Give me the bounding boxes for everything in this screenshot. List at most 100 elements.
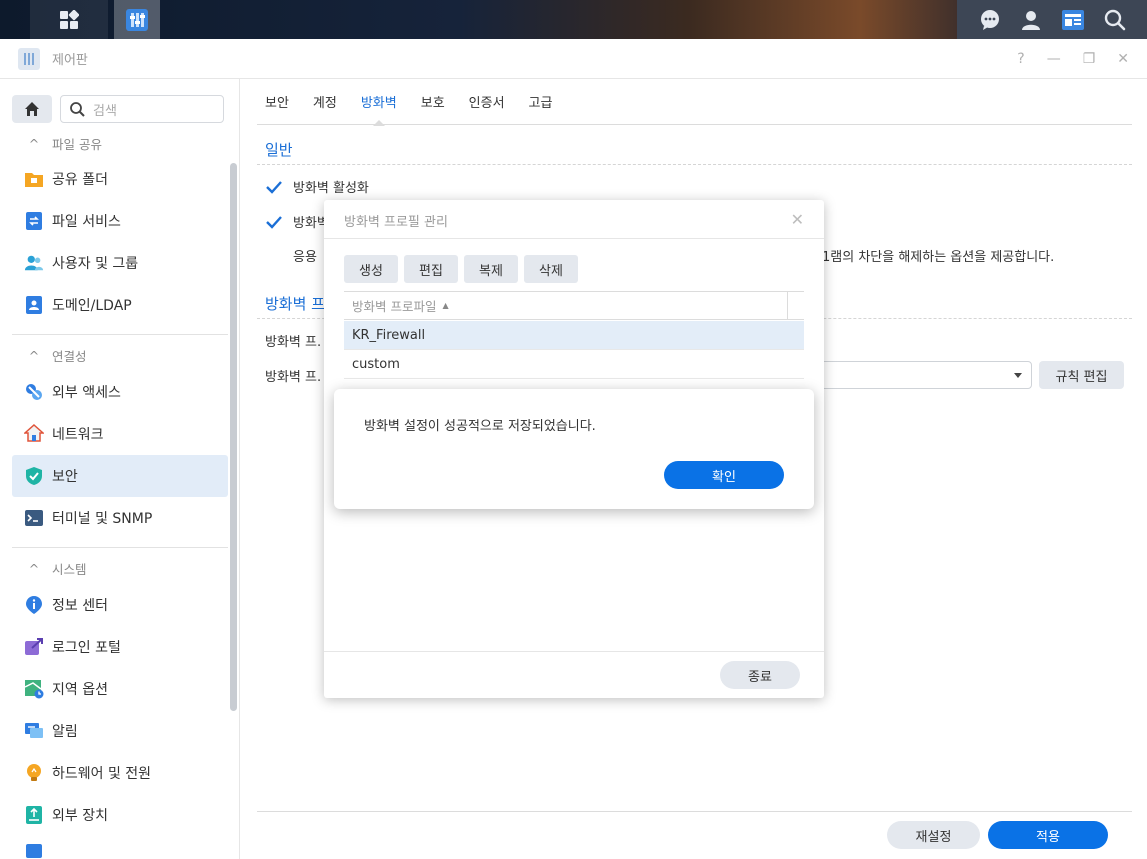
control-panel-app-icon [18, 47, 40, 70]
sidebar-item-terminal-snmp[interactable]: 터미널 및 SNMP [12, 497, 228, 539]
delete-button[interactable]: 삭제 [524, 255, 578, 283]
tab-account[interactable]: 계정 [313, 79, 337, 125]
control-panel-icon [126, 8, 148, 31]
external-device-icon [24, 805, 44, 825]
chat-icon[interactable] [979, 9, 1001, 31]
chevron-up-icon: ^ [28, 135, 40, 151]
search-icon[interactable] [1104, 9, 1126, 31]
section-profile-title: 방화벽 프 [265, 295, 325, 313]
footer-divider [257, 811, 1132, 812]
tab-bar: 보안 계정 방화벽 보호 인증서 고급 [257, 79, 1132, 125]
sidebar-item-file-services[interactable]: 파일 서비스 [12, 200, 228, 242]
sidebar-item-hardware-power[interactable]: 하드웨어 및 전원 [12, 752, 228, 794]
sidebar-item-notification[interactable]: 알림 [12, 710, 228, 752]
enable-firewall-label: 방화벽 활성화 [293, 181, 369, 196]
column-divider [787, 292, 788, 320]
window-titlebar: 제어판 ? — ❐ ✕ [0, 39, 1147, 79]
caret-down-icon [1014, 373, 1022, 378]
dialog-title: 방화벽 프로필 관리 [344, 215, 448, 230]
ok-button[interactable]: 확인 [664, 461, 784, 489]
help-icon[interactable]: ? [1017, 51, 1024, 67]
enable-firewall-row[interactable]: 방화벽 활성화 [265, 177, 369, 196]
users-icon [24, 253, 44, 273]
group-connectivity[interactable]: ^ 연결성 [12, 340, 228, 370]
edit-button[interactable]: 편집 [404, 255, 458, 283]
group-file-sharing[interactable]: ^ 파일 공유 [12, 128, 228, 158]
close-button[interactable]: 종료 [720, 661, 800, 689]
search-icon [70, 102, 85, 117]
sidebar-scrollbar[interactable] [230, 163, 237, 711]
success-alert: 방화벽 설정이 성공적으로 저장되었습니다. 확인 [334, 389, 814, 509]
group-divider [12, 334, 228, 335]
dialog-title-divider [324, 238, 824, 239]
sidebar-item-info-center[interactable]: 정보 센터 [12, 584, 228, 626]
shield-icon [24, 466, 44, 486]
sidebar-item-security[interactable]: 보안 [12, 455, 228, 497]
control-panel-taskbar-button[interactable] [114, 0, 160, 39]
generic-app-icon [24, 838, 44, 858]
minimize-icon[interactable]: — [1047, 51, 1061, 67]
sidebar: 검색 ^ 파일 공유 공유 폴더 파일 서비스 사용자 및 그룹 도메인/LDAP… [0, 79, 240, 859]
apply-button[interactable]: 적용 [988, 821, 1108, 849]
create-button[interactable]: 생성 [344, 255, 398, 283]
enable-firewall-checkbox[interactable] [265, 178, 283, 196]
main-menu-button[interactable] [30, 0, 108, 39]
sidebar-item-external-access[interactable]: 외부 액세스 [12, 371, 228, 413]
notification-icon [24, 721, 44, 741]
folder-icon [24, 169, 44, 189]
sidebar-item-domain-ldap[interactable]: 도메인/LDAP [12, 284, 228, 326]
section-divider [257, 164, 1132, 165]
firewall-option-row[interactable]: 방화벽 [265, 212, 329, 231]
restore-icon[interactable]: ❐ [1083, 51, 1096, 67]
checkmark-icon [266, 180, 282, 194]
tab-certificate[interactable]: 인증서 [469, 79, 505, 125]
chevron-up-icon: ^ [28, 347, 40, 363]
home-icon [25, 102, 39, 116]
table-row[interactable]: custom [344, 350, 804, 379]
tab-advanced[interactable]: 고급 [529, 79, 553, 125]
terminal-icon [24, 508, 44, 528]
external-access-icon [24, 382, 44, 402]
description-prefix: 응용 [293, 250, 317, 265]
grid-icon [60, 9, 79, 29]
reset-button[interactable]: 재설정 [887, 821, 980, 849]
window-title: 제어판 [52, 53, 88, 68]
profile-column-header[interactable]: 방화벽 프로파일 ▲ [344, 291, 804, 320]
profile-select[interactable] [790, 361, 1032, 389]
search-input[interactable]: 검색 [60, 95, 224, 123]
copy-button[interactable]: 복제 [464, 255, 518, 283]
alert-message: 방화벽 설정이 성공적으로 저장되었습니다. [364, 419, 596, 434]
firewall-option-checkbox[interactable] [265, 213, 283, 231]
group-system[interactable]: ^ 시스템 [12, 553, 228, 583]
file-services-icon [24, 211, 44, 231]
sidebar-item-external-devices[interactable]: 외부 장치 [12, 794, 228, 836]
profile-row1-label: 방화벽 프. [265, 335, 322, 350]
edit-rules-button[interactable]: 규칙 편집 [1039, 361, 1124, 389]
taskbar-tray [957, 0, 1147, 39]
table-row[interactable]: KR_Firewall [344, 321, 804, 350]
sidebar-item-shared-folder[interactable]: 공유 폴더 [12, 158, 228, 200]
user-icon[interactable] [1020, 9, 1042, 31]
sidebar-item-network[interactable]: 네트워크 [12, 413, 228, 455]
network-house-icon [24, 424, 44, 444]
description-suffix: 1램의 차단을 해제하는 옵션을 제공합니다. [822, 250, 1055, 265]
sidebar-item-partial[interactable] [12, 836, 228, 859]
dialog-footer-divider [324, 651, 824, 652]
sort-asc-icon: ▲ [442, 301, 449, 310]
close-icon[interactable]: ✕ [791, 210, 804, 229]
widgets-icon[interactable] [1061, 9, 1085, 31]
profile-row2-label: 방화벽 프. [265, 370, 322, 385]
chevron-up-icon: ^ [28, 560, 40, 576]
group-divider [12, 547, 228, 548]
tab-firewall[interactable]: 방화벽 [361, 79, 397, 125]
info-icon [24, 595, 44, 615]
taskbar [0, 0, 1147, 39]
close-icon[interactable]: ✕ [1117, 51, 1129, 67]
sidebar-item-login-portal[interactable]: 로그인 포털 [12, 626, 228, 668]
tab-protection[interactable]: 보호 [421, 79, 445, 125]
sidebar-item-regional-options[interactable]: 지역 옵션 [12, 668, 228, 710]
home-button[interactable] [12, 95, 52, 123]
search-placeholder: 검색 [93, 103, 117, 119]
sidebar-item-users-groups[interactable]: 사용자 및 그룹 [12, 242, 228, 284]
tab-security[interactable]: 보안 [265, 79, 289, 125]
